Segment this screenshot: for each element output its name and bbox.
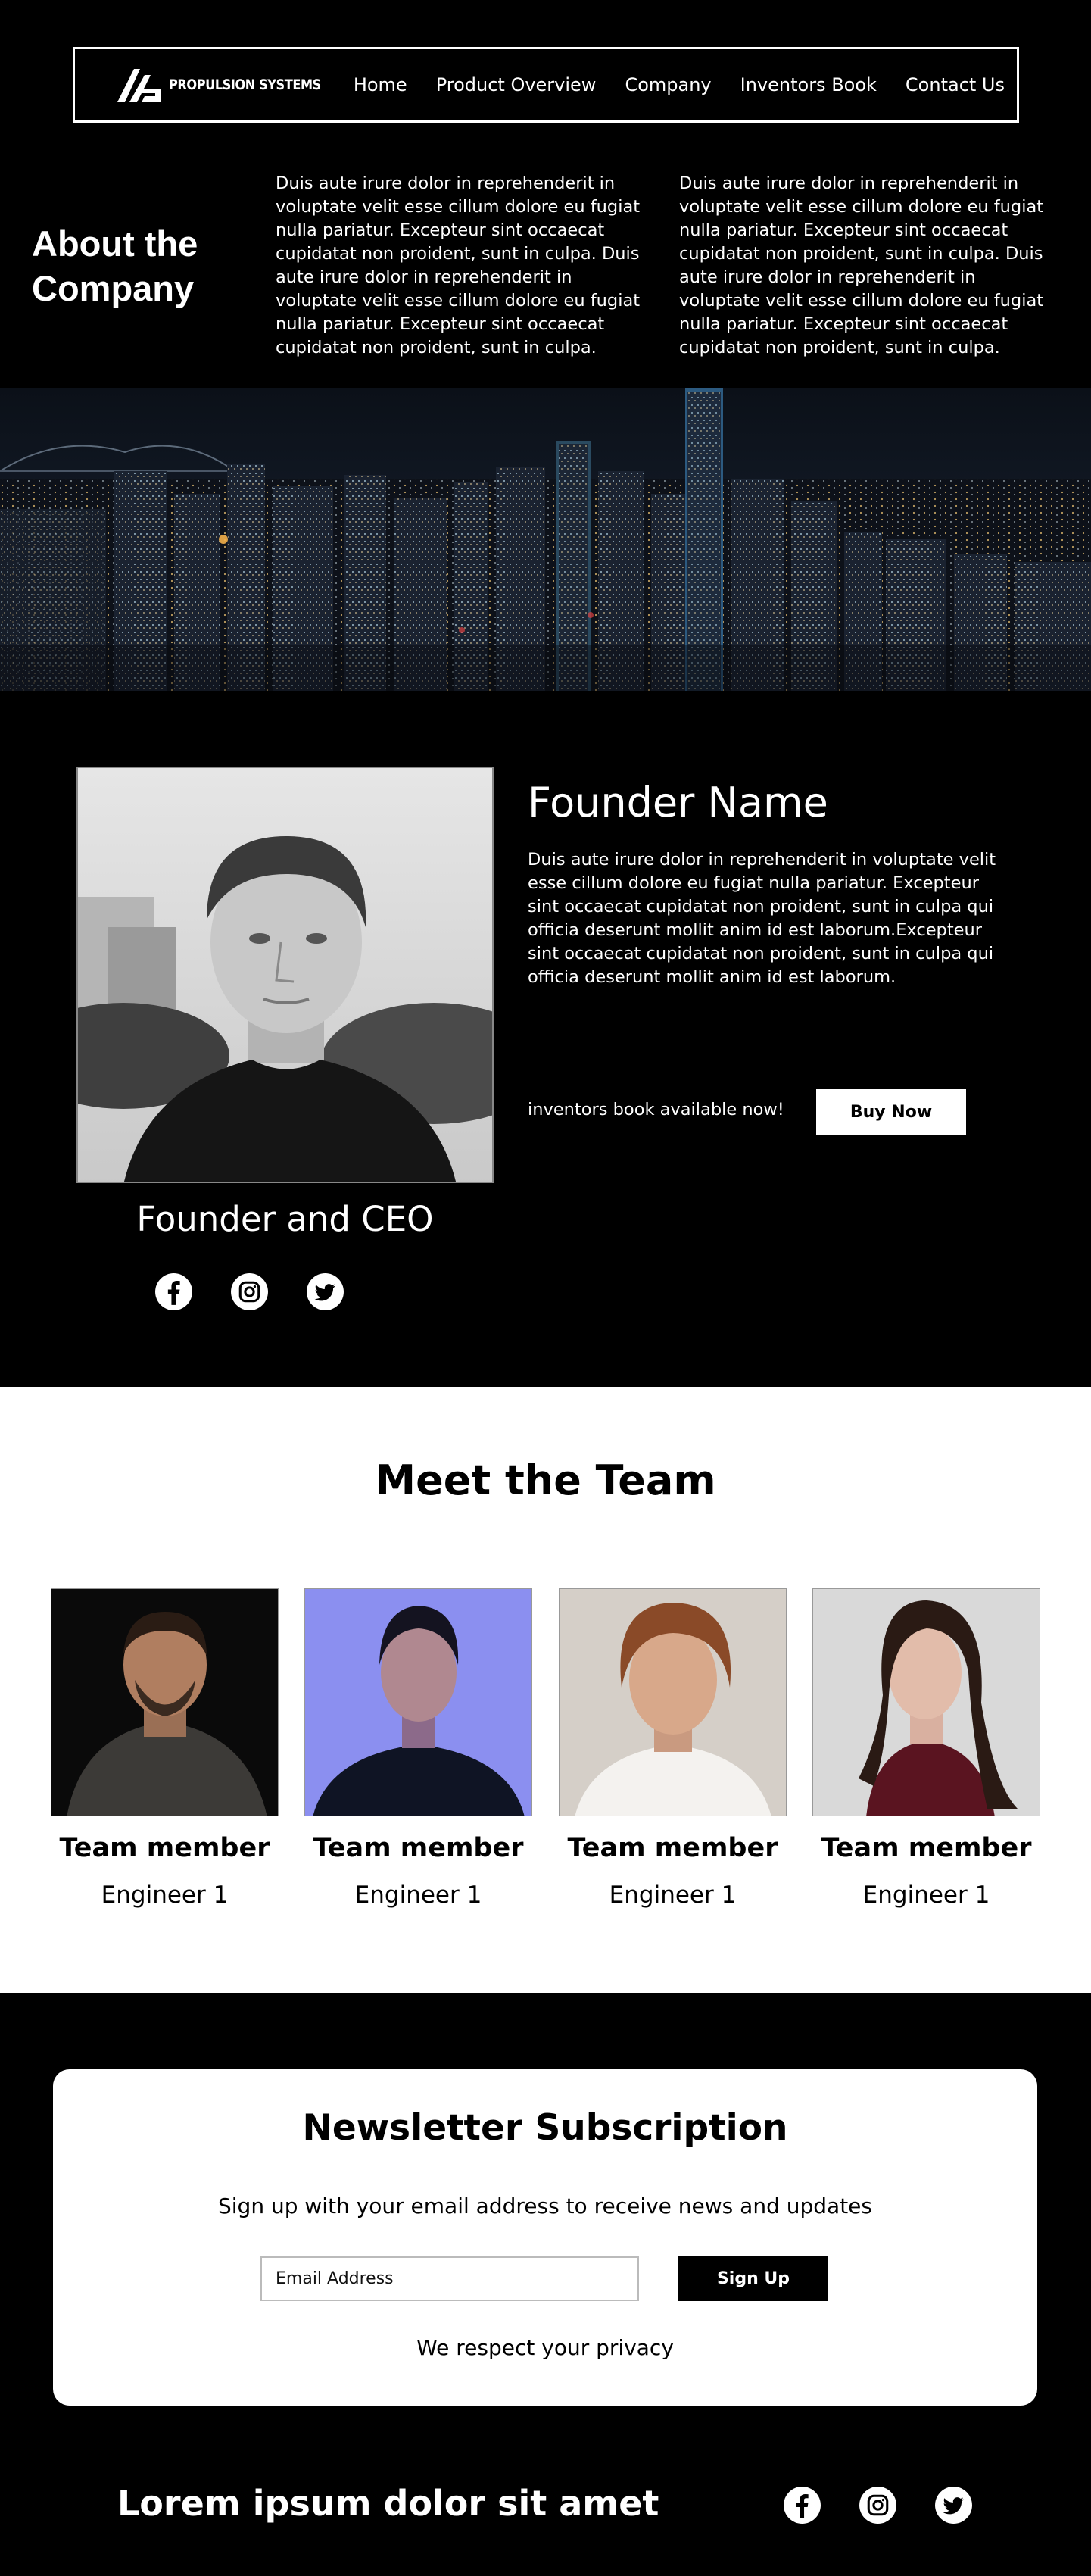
team-member-name: Team member [59,1833,270,1863]
instagram-icon[interactable] [859,2486,897,2524]
team-member-name: Team member [821,1833,1032,1863]
book-availability-text: inventors book available now! [528,1100,784,1119]
team-member-photo [812,1588,1040,1816]
team-member-role: Engineer 1 [354,1881,482,1909]
nav-product-overview[interactable]: Product Overview [436,74,597,95]
team-member-name: Team member [567,1833,778,1863]
top-navigation: PROPULSION SYSTEMS Home Product Overview… [73,47,1019,123]
about-title-line2: Company [32,268,195,308]
founder-name: Founder Name [528,779,828,826]
about-title-line1: About the [32,223,198,264]
email-field[interactable] [260,2256,639,2301]
founder-bio: Duis aute irure dolor in reprehenderit i… [528,850,996,987]
brand-logo[interactable]: PROPULSION SYSTEMS [114,66,348,104]
team-member-photo [559,1588,787,1816]
twitter-icon[interactable] [934,2486,973,2524]
team-member-photo [51,1588,279,1816]
team-member-card: Team member Engineer 1 [812,1588,1040,1909]
facebook-icon[interactable] [154,1272,193,1311]
nav-company[interactable]: Company [625,74,711,95]
newsletter-card: Newsletter Subscription Sign up with you… [53,2069,1037,2406]
founder-role: Founder and CEO [136,1199,434,1239]
newsletter-subtitle: Sign up with your email address to recei… [218,2194,872,2218]
nav-inventors-book[interactable]: Inventors Book [740,74,877,95]
sign-up-button[interactable]: Sign Up [678,2256,828,2301]
main-menu: Home Product Overview Company Inventors … [354,74,1005,95]
founder-social-links [154,1272,344,1311]
buy-now-button[interactable]: Buy Now [816,1089,966,1135]
nav-home[interactable]: Home [354,74,407,95]
logo-text: PROPULSION SYSTEMS [169,76,321,93]
team-member-role: Engineer 1 [609,1881,737,1909]
team-member-role: Engineer 1 [101,1881,229,1909]
footer-social-links [783,2486,973,2524]
city-skyline-image [0,388,1091,691]
about-text-column-2: Duis aute irure dolor in reprehenderit i… [679,173,1044,358]
privacy-note: We respect your privacy [416,2335,674,2360]
team-member-name: Team member [313,1833,524,1863]
team-member-role: Engineer 1 [862,1881,990,1909]
footer-title: Lorem ipsum dolor sit amet [117,2483,659,2524]
facebook-icon[interactable] [783,2486,821,2524]
founder-photo [76,767,494,1183]
team-member-card: Team member Engineer 1 [559,1588,787,1909]
nav-contact-us[interactable]: Contact Us [906,74,1005,95]
team-member-card: Team member Engineer 1 [304,1588,532,1909]
twitter-icon[interactable] [306,1272,344,1311]
team-section: Meet the Team Team member Engineer 1 Tea… [0,1387,1091,1993]
team-member-photo [304,1588,532,1816]
instagram-icon[interactable] [230,1272,269,1311]
about-text-column-1: Duis aute irure dolor in reprehenderit i… [276,173,641,358]
team-member-card: Team member Engineer 1 [51,1588,279,1909]
team-title: Meet the Team [375,1457,716,1504]
logo-mark-icon [117,69,161,102]
newsletter-title: Newsletter Subscription [302,2107,788,2149]
about-title: About the Company [32,221,198,311]
